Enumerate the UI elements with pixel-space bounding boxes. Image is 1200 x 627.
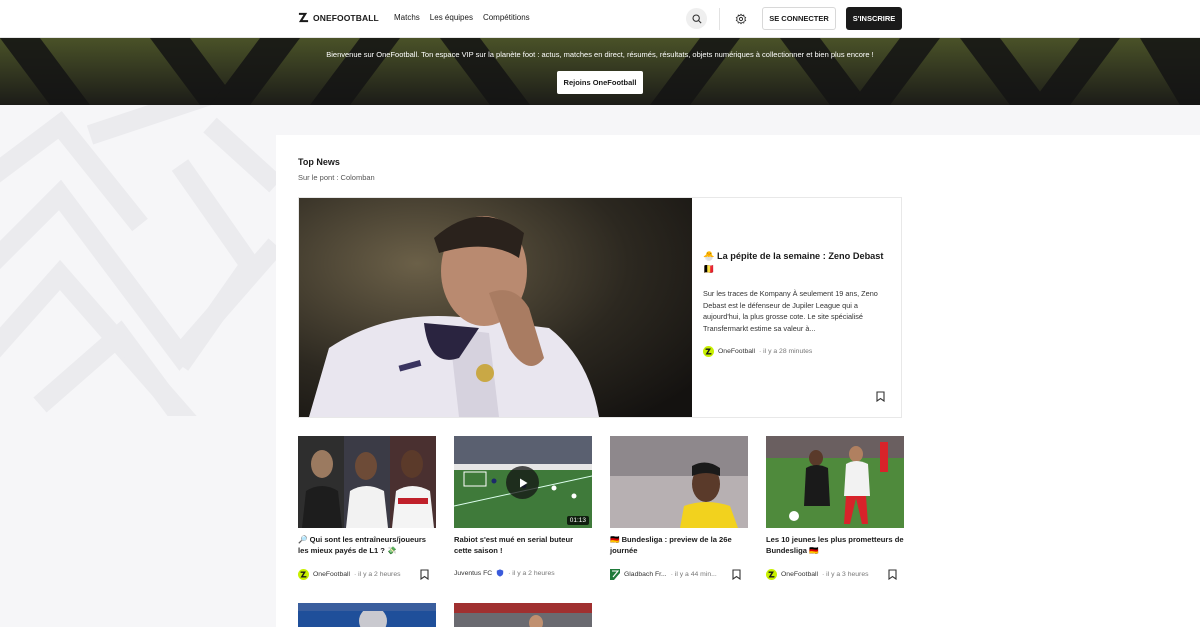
header-divider [719,8,720,30]
onefootball-source-icon [766,569,777,580]
play-button[interactable] [506,466,539,499]
bookmark-icon[interactable] [876,391,885,402]
nav-teams[interactable]: Les équipes [430,13,473,22]
match-action-photo [766,436,904,528]
card-image-partial [454,603,592,627]
bookmark-icon[interactable] [732,569,741,580]
card-title[interactable]: 🔎 Qui sont les entraîneurs/joueurs les m… [298,535,436,557]
card-time: · il y a 2 heures [354,571,401,578]
settings-button[interactable] [730,8,751,29]
featured-body: 🐣 La pépite de la semaine : Zeno Debast … [703,250,893,357]
card-time: · il y a 3 heures [822,571,869,578]
news-card-partial[interactable] [454,603,592,627]
featured-source[interactable]: OneFootball [718,348,755,355]
players-collage-photo [298,436,436,528]
card-title[interactable]: Rabiot s'est mué en serial buteur cette … [454,535,592,557]
onefootball-source-icon [298,569,309,580]
featured-source-row: OneFootball · il y a 28 minutes [703,346,893,357]
nav-matchs[interactable]: Matchs [394,13,420,22]
bookmark-icon[interactable] [888,569,897,580]
join-button[interactable]: Rejoins OneFootball [557,71,643,94]
top-header: ONEFOOTBALL Matchs Les équipes Compétiti… [0,0,1200,38]
video-duration: 01:13 [566,516,589,525]
card-image[interactable] [766,436,904,528]
card-source-row: Juventus FC · il y a 2 heures [454,569,592,577]
card-image-partial [298,603,436,627]
play-icon [519,478,527,487]
card-source[interactable]: Juventus FC [454,570,492,577]
card-time: · il y a 44 min... [670,571,717,578]
card-title[interactable]: Les 10 jeunes les plus prometteurs de Bu… [766,535,904,557]
welcome-banner: Bienvenue sur OneFootball. Ton espace VI… [0,38,1200,105]
logo-text: ONEFOOTBALL [313,12,379,23]
player-photo [610,436,748,528]
card-source-row: OneFootball · il y a 2 heures [298,569,436,580]
card-source[interactable]: OneFootball [313,571,350,578]
player-photo [299,198,692,417]
section-subtitle: Sur le pont : Colomban [298,173,375,182]
onefootball-logo-icon [298,12,309,23]
card-source[interactable]: Gladbach Fr... [624,571,667,578]
featured-article[interactable]: 🐣 La pépite de la semaine : Zeno Debast … [298,197,902,418]
main-nav: Matchs Les équipes Compétitions [394,13,530,22]
signup-button[interactable]: S'INSCRIRE [846,7,902,30]
verified-shield-icon [496,569,504,577]
search-button[interactable] [686,8,707,29]
news-card[interactable]: Les 10 jeunes les plus prometteurs de Bu… [766,436,904,580]
card-source-row: OneFootball · il y a 3 heures [766,569,904,580]
card-image[interactable]: 01:13 [454,436,592,528]
news-card-partial[interactable] [298,603,436,627]
section-title: Top News [298,157,340,167]
gear-icon [735,13,746,24]
featured-title-text: La pépite de la semaine : Zeno Debast [717,251,884,261]
card-image[interactable] [298,436,436,528]
featured-time: · il y a 28 minutes [759,348,813,355]
news-card[interactable]: 🇩🇪 Bundesliga : preview de la 26e journé… [610,436,748,580]
card-time: · il y a 2 heures [508,569,555,577]
card-title[interactable]: 🇩🇪 Bundesliga : preview de la 26e journé… [610,535,748,557]
bookmark-icon[interactable] [420,569,429,580]
login-button[interactable]: SE CONNECTER [762,7,836,30]
card-source[interactable]: OneFootball [781,571,818,578]
featured-title[interactable]: 🐣 La pépite de la semaine : Zeno Debast … [703,250,893,276]
banner-text: Bienvenue sur OneFootball. Ton espace VI… [326,50,874,59]
onefootball-logo[interactable]: ONEFOOTBALL [298,12,379,23]
gladbach-logo-icon [610,569,620,580]
card-source-row: Gladbach Fr... · il y a 44 min... [610,569,748,580]
belgium-flag: 🇧🇪 [703,264,715,274]
nav-competitions[interactable]: Compétitions [483,13,530,22]
news-card[interactable]: 🔎 Qui sont les entraîneurs/joueurs les m… [298,436,436,580]
main-content: Top News Sur le pont : Colomban 🐣 La pép… [276,135,1200,627]
decorative-pattern [0,105,276,416]
card-image[interactable] [610,436,748,528]
hatching-chick-emoji: 🐣 [703,251,715,261]
news-card[interactable]: 01:13 Rabiot s'est mué en serial buteur … [454,436,592,577]
onefootball-source-icon [703,346,714,357]
featured-image[interactable] [299,198,692,417]
search-icon [691,13,702,24]
featured-excerpt: Sur les traces de Kompany À seulement 19… [703,289,878,333]
